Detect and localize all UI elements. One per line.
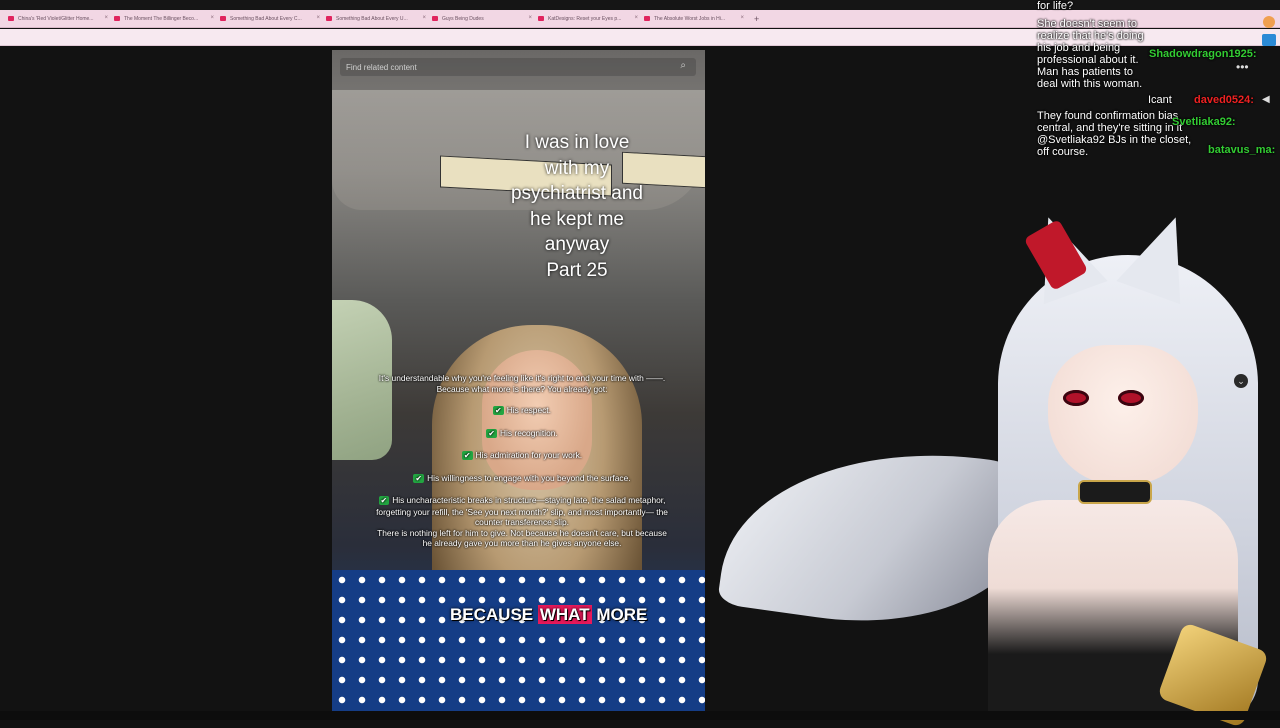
overlay-item-text: His willingness to engage with you beyon… [427, 472, 631, 483]
avatar-collar [1078, 480, 1152, 504]
caption-word-highlighted: WHAT [537, 605, 592, 624]
tab-label: Something Bad About Every C... [230, 15, 302, 22]
reddit-icon [538, 16, 544, 21]
vtuber-avatar [716, 205, 1280, 728]
check-icon: ✔ [461, 451, 473, 460]
overlay-item-text: His respect. [506, 405, 551, 415]
title-line: anyway [544, 234, 610, 255]
tab-label: Something Bad About Every U... [336, 15, 408, 22]
polka-dot-shirt [332, 570, 705, 711]
new-tab-button[interactable]: + [754, 14, 759, 24]
overlay-item: ✔ His uncharacteristic breaks in structur… [372, 495, 672, 528]
close-icon[interactable]: × [104, 15, 108, 21]
youtube-icon [644, 16, 650, 21]
search-icon[interactable]: ⌕ [680, 60, 686, 71]
browser-tab[interactable]: Something Bad About Every U... × [326, 12, 428, 26]
browser-tab[interactable]: The Moment The Billinger Beco... × [114, 12, 216, 26]
close-icon[interactable]: × [634, 15, 638, 21]
more-options-icon[interactable]: ••• [1236, 60, 1249, 74]
youtube-icon [220, 16, 226, 21]
youtube-icon [8, 16, 14, 21]
chevron-down-icon[interactable]: ⌄ [1234, 374, 1248, 388]
overlay-item-text: His uncharacteristic breaks in structure… [376, 495, 668, 527]
search-placeholder: Find related content [346, 62, 417, 72]
browser-tab[interactable]: Something Bad About Every C... × [220, 12, 322, 26]
browser-tab[interactable]: The Absolute Worst Jobs in Hi... × [644, 12, 746, 26]
video-title-overlay: I was in love with my psychiatrist and h… [462, 130, 692, 283]
video-player[interactable]: Find related content ⌕ I was in love wit… [332, 50, 705, 711]
gift-icon[interactable] [1263, 16, 1275, 28]
title-line: Part 25 [546, 259, 608, 281]
title-line: he kept me [530, 208, 624, 230]
text-overlay: It's understandable why you're feeling l… [372, 373, 672, 549]
close-icon[interactable]: × [316, 15, 320, 21]
check-icon: ✔ [378, 496, 390, 505]
mute-icon[interactable]: ◀ [1262, 94, 1270, 105]
overlay-item: ✔ His recognition. [372, 428, 672, 440]
chat-username[interactable]: batavus_ma: [1208, 144, 1275, 156]
youtube-icon [326, 16, 332, 21]
close-icon[interactable]: × [528, 15, 532, 21]
reddit-icon [432, 16, 438, 21]
title-line: I was in love [524, 132, 630, 153]
close-icon[interactable]: × [422, 15, 426, 21]
check-icon: ✔ [486, 428, 497, 438]
close-icon[interactable]: × [210, 15, 214, 21]
chat-message: for life? [1037, 0, 1074, 12]
browser-tab[interactable]: Guys Being Dudes × [432, 12, 534, 26]
chat-username[interactable]: Shadowdragon1925: [1149, 48, 1257, 60]
chat-username[interactable]: Svetliaka92: [1172, 116, 1236, 128]
close-icon[interactable]: × [740, 15, 744, 21]
overlay-item: ✔ His respect. [372, 405, 672, 417]
youtube-icon [114, 16, 120, 21]
chat-username[interactable]: daved0524: [1194, 94, 1254, 106]
check-icon: ✔ [413, 473, 425, 483]
overlay-intro: It's understandable why you're feeling l… [378, 373, 666, 394]
caption-word: BECAUSE [450, 605, 534, 624]
tab-label: The Absolute Worst Jobs in Hi... [654, 15, 726, 22]
tab-label: Guys Being Dudes [442, 15, 484, 22]
check-icon: ✔ [493, 406, 504, 415]
subtitle-caption: BECAUSE WHAT MORE [450, 605, 647, 625]
overlay-item: ✔ His willingness to engage with you beyo… [372, 473, 672, 485]
tab-label: China's 'Red Violet/Glitter Home... [18, 15, 94, 22]
overlay-outro: There is nothing left for him to give. N… [377, 527, 667, 549]
avatar-face [1048, 345, 1198, 485]
tab-label: KatDesigns: Reset your Eyes p... [548, 15, 622, 22]
chat-message: They found confirmation bias central, an… [1037, 110, 1192, 158]
browser-tab[interactable]: China's 'Red Violet/Glitter Home... × [8, 12, 110, 26]
find-related-content-search[interactable]: Find related content ⌕ [340, 58, 696, 76]
title-line: with my [544, 157, 610, 179]
chat-overlay: for life? She doesn't seem to realize th… [1036, 0, 1280, 170]
camera-icon[interactable] [1262, 34, 1276, 46]
title-line: psychiatrist and [510, 183, 643, 204]
tab-label: The Moment The Billinger Beco... [124, 15, 199, 22]
chat-message: She doesn't seem to realize that he's do… [1037, 18, 1144, 90]
browser-tab[interactable]: KatDesigns: Reset your Eyes p... × [538, 12, 640, 26]
chat-message: Icant [1148, 94, 1172, 106]
avatar-eye [1063, 390, 1089, 406]
caption-word: MORE [596, 605, 648, 624]
avatar-eye [1118, 390, 1144, 406]
overlay-item-text: His admiration for your work. [475, 450, 583, 460]
bottom-bar [0, 711, 1280, 720]
overlay-item-text: His recognition. [499, 427, 558, 438]
overlay-item: ✔ His admiration for your work. [372, 450, 672, 462]
